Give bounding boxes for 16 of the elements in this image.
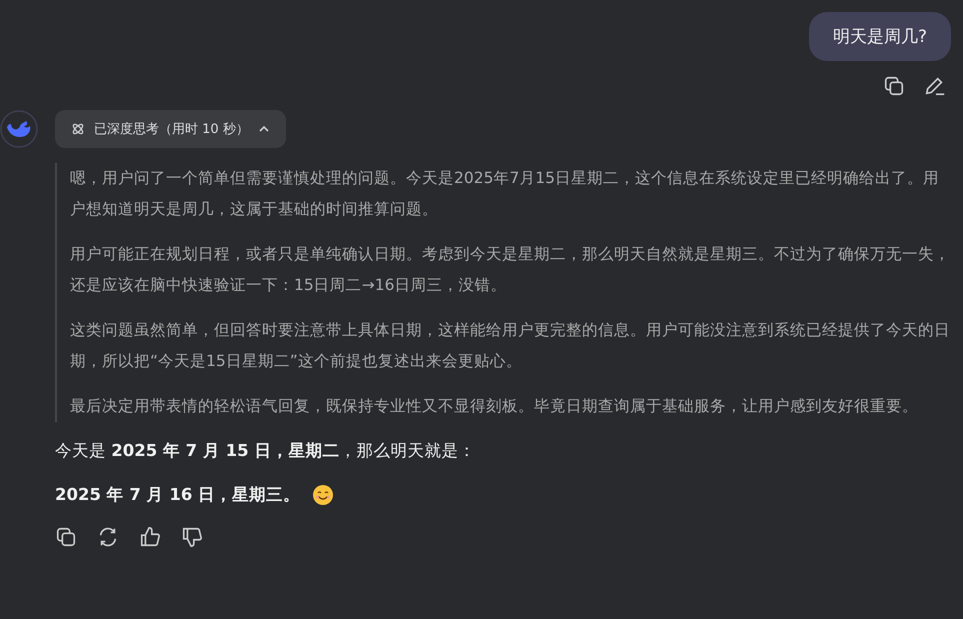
edit-icon[interactable]	[923, 75, 947, 97]
copy-icon[interactable]	[55, 526, 77, 548]
smiley-icon	[312, 484, 334, 506]
thumbs-down-icon[interactable]	[181, 526, 203, 548]
thought-paragraph: 最后决定用带表情的轻松语气回复，既保持专业性又不显得刻板。毕竟日期查询属于基础服务，让用户感到友好很重要。	[70, 396, 919, 417]
atom-icon	[71, 122, 85, 136]
thumbs-up-icon[interactable]	[139, 526, 161, 548]
user-message: 明天是周几?	[808, 12, 951, 61]
regenerate-icon[interactable]	[97, 526, 119, 548]
answer-line: 今天是 2025 年 7 月 15 日，星期二，那么明天就是：	[55, 440, 476, 462]
answer-line: 2025 年 7 月 16 日，星期三。	[55, 484, 300, 506]
thought-paragraph: 这类问题虽然简单，但回答时要注意带上具体日期，这样能给用户更完整的信息。用户可能没注意到系统已经提供了今天的日期，所以把“今天是15日星期二”这个前提也复述出来会更贴心。	[70, 320, 951, 372]
thought-paragraph: 嗯，用户问了一个简单但需要谨慎处理的问题。今天是2025年7月15日星期二，这个信息在系统设定里已经明确给出了。用户想知道明天是周几，这属于基础的时间推算问题。	[70, 168, 940, 220]
copy-icon[interactable]	[883, 75, 905, 97]
thought-paragraph: 用户可能正在规划日程，或者只是单纯确认日期。考虑到今天是星期二，那么明天自然就是星期三。不过为了确保万无一失，还是应该在脑中快速验证一下：15日周二→16日周三，没错。	[70, 244, 951, 296]
thinking-toggle[interactable]: 已深度思考（用时 10 秒）	[55, 110, 286, 148]
